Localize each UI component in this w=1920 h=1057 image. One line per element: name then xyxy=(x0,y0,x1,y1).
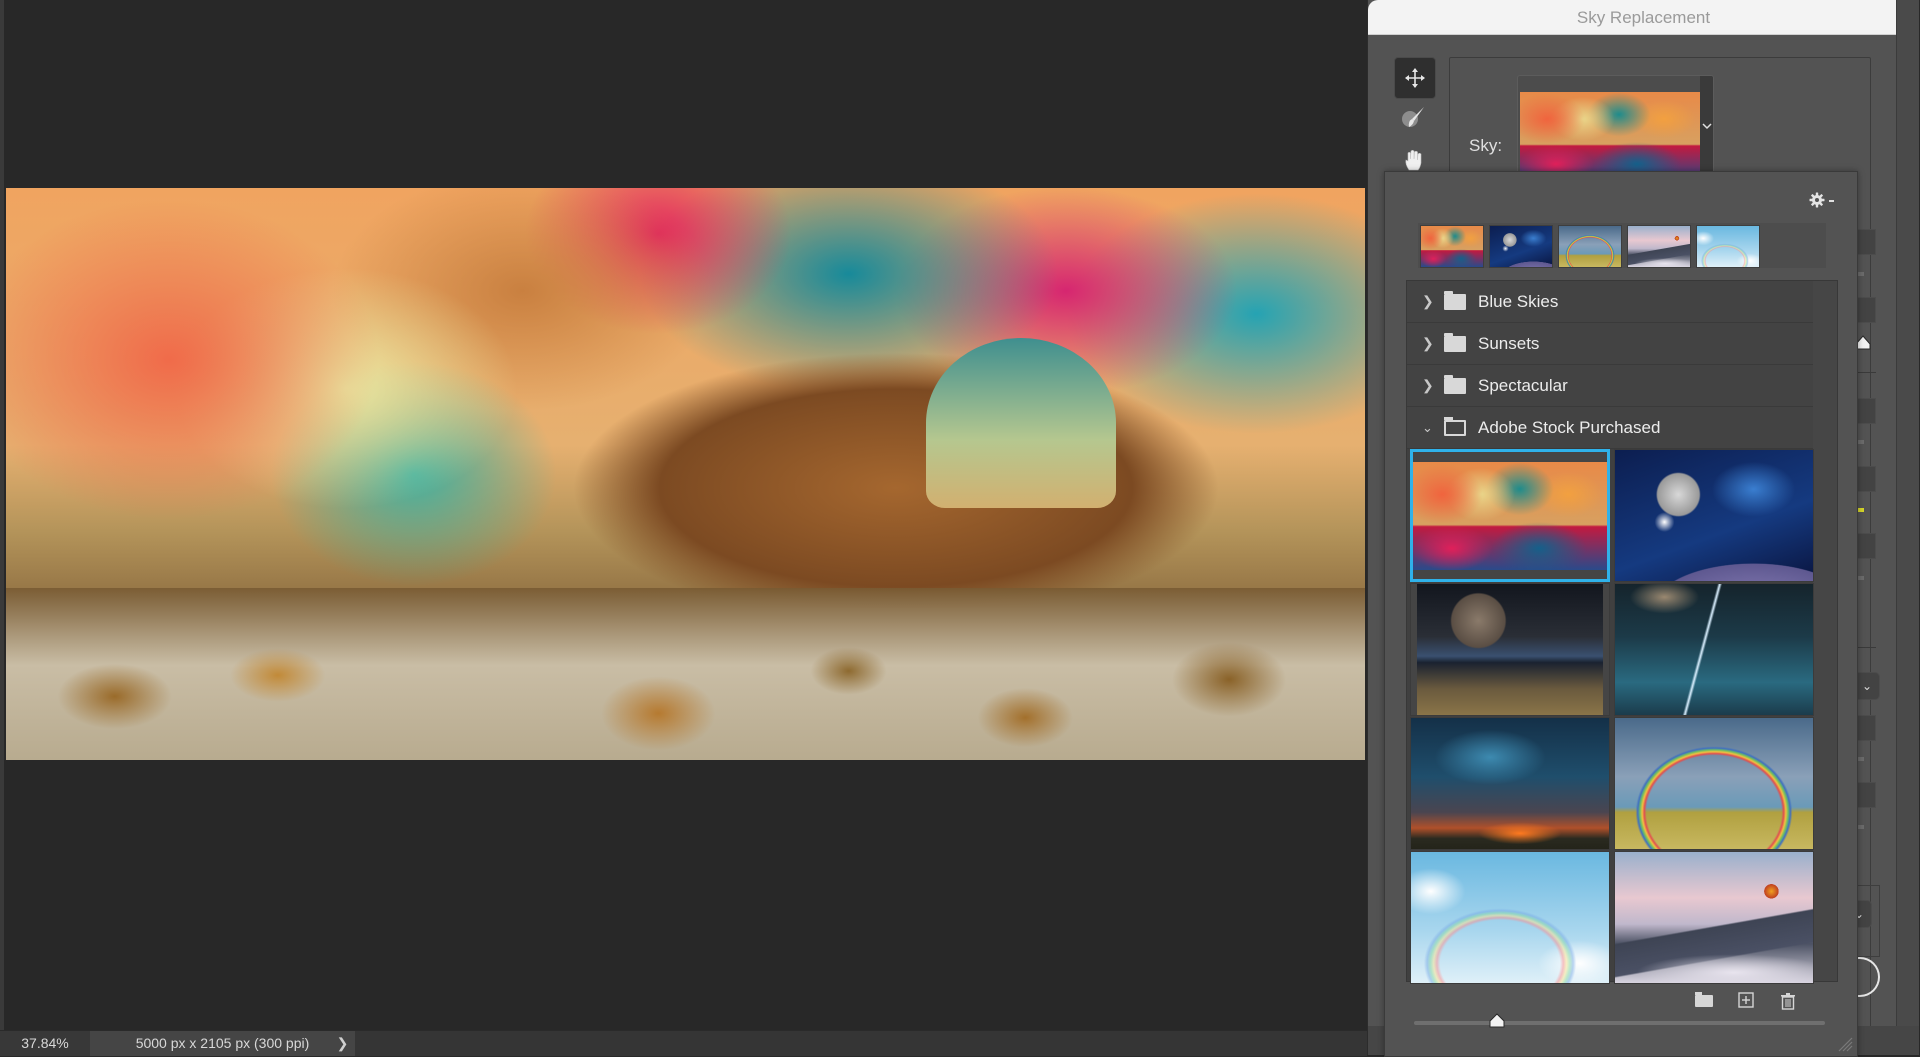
recent-sky-thumbnail[interactable] xyxy=(1627,225,1691,268)
sky-preset-tile[interactable] xyxy=(1614,583,1814,716)
preset-list-scrollbar[interactable] xyxy=(1813,281,1837,981)
sky-preset-list: ❯ Blue Skies ❯ Sunsets ❯ Spectacular ⌄ A… xyxy=(1406,280,1838,984)
folder-icon xyxy=(1444,374,1466,394)
sky-preset-image xyxy=(1615,450,1813,581)
sky-preset-tile[interactable] xyxy=(1614,449,1814,582)
recent-sky-thumbnail[interactable] xyxy=(1420,225,1484,268)
selected-sky-thumbnail[interactable] xyxy=(1520,92,1700,176)
sky-preset-image xyxy=(1615,718,1813,849)
resize-grip-icon xyxy=(1838,1037,1853,1052)
sky-presets-popover: ❯ Blue Skies ❯ Sunsets ❯ Spectacular ⌄ A… xyxy=(1384,171,1858,1057)
sky-dropdown-toggle[interactable] xyxy=(1700,76,1713,176)
chevron-right-icon[interactable]: ❯ xyxy=(1422,293,1440,310)
recent-sky-thumbnail[interactable] xyxy=(1558,225,1622,268)
document-info-menu-arrow[interactable]: ❯ xyxy=(330,1031,355,1056)
gear-icon xyxy=(1809,192,1825,208)
folder-label: Sunsets xyxy=(1478,333,1540,353)
document-canvas[interactable] xyxy=(6,188,1365,760)
status-bar: 37.84% 5000 px x 2105 px (300 ppi) ❯ xyxy=(0,1030,1367,1056)
add-icon xyxy=(1738,992,1754,1008)
hand-icon xyxy=(1405,149,1422,171)
folder-icon xyxy=(1444,332,1466,352)
zoom-level-field[interactable]: 37.84% xyxy=(0,1031,90,1056)
dialog-title: Sky Replacement xyxy=(1368,0,1919,35)
brush-icon xyxy=(1402,107,1424,127)
folder-row-adobe-stock-purchased[interactable]: ⌄ Adobe Stock Purchased xyxy=(1407,407,1813,449)
sky-brush-tool-button[interactable] xyxy=(1394,98,1434,138)
sky-preset-tile[interactable] xyxy=(1614,851,1814,984)
folder-icon xyxy=(1444,290,1466,310)
slider-handle-icon xyxy=(1489,1013,1505,1028)
sky-preset-image xyxy=(1417,584,1603,715)
sky-preset-image xyxy=(1615,584,1813,715)
sky-preset-tile[interactable] xyxy=(1410,851,1610,984)
sky-label: Sky: xyxy=(1469,136,1503,155)
delete-sky-button[interactable] xyxy=(1777,992,1799,1012)
recent-sky-thumbnail[interactable] xyxy=(1696,225,1760,268)
document-info: 5000 px x 2105 px (300 ppi) xyxy=(90,1031,355,1056)
folder-label: Blue Skies xyxy=(1478,291,1559,311)
folder-icon xyxy=(1695,992,1713,1007)
folder-row-spectacular[interactable]: ❯ Spectacular xyxy=(1407,365,1813,407)
thumbnail-size-slider[interactable] xyxy=(1414,1021,1825,1025)
new-sky-button[interactable] xyxy=(1735,992,1757,1012)
desert-shrubs xyxy=(6,548,1365,760)
document-workspace xyxy=(0,0,1367,1030)
recent-skies-strip xyxy=(1418,223,1826,268)
sky-preset-tile[interactable] xyxy=(1410,717,1610,850)
sky-preset-image xyxy=(1411,718,1609,849)
folder-label: Adobe Stock Purchased xyxy=(1478,417,1661,437)
move-icon xyxy=(1405,68,1425,88)
sky-preset-image xyxy=(1413,462,1607,570)
folder-open-icon xyxy=(1444,416,1466,436)
dialog-right-edge xyxy=(1896,0,1919,1055)
sky-preset-tile[interactable] xyxy=(1410,449,1610,582)
recent-sky-thumbnail[interactable] xyxy=(1489,225,1553,268)
new-group-button[interactable] xyxy=(1693,992,1715,1012)
chevron-down-icon[interactable]: ⌄ xyxy=(1422,420,1440,436)
chevron-right-icon[interactable]: ❯ xyxy=(1422,335,1440,352)
chevron-down-icon xyxy=(1702,122,1712,129)
thumbnail-size-slider-handle[interactable] xyxy=(1488,1013,1505,1028)
sky-preset-image xyxy=(1615,852,1813,983)
settings-menu-button[interactable] xyxy=(1809,192,1833,212)
sky-preset-tile[interactable] xyxy=(1614,717,1814,850)
folder-row-blue-skies[interactable]: ❯ Blue Skies xyxy=(1407,281,1813,323)
folder-label: Spectacular xyxy=(1478,375,1568,395)
sky-picker[interactable] xyxy=(1517,75,1714,177)
move-tool-button[interactable] xyxy=(1394,57,1436,99)
resize-grip[interactable] xyxy=(1837,1036,1853,1052)
chevron-right-icon[interactable]: ❯ xyxy=(1422,377,1440,394)
settings-caret-icon xyxy=(1829,200,1834,202)
sky-preset-tile[interactable] xyxy=(1410,583,1610,716)
folder-row-sunsets[interactable]: ❯ Sunsets xyxy=(1407,323,1813,365)
arch-opening xyxy=(926,338,1116,508)
workspace-left-edge xyxy=(0,0,4,1030)
sky-preset-image xyxy=(1411,852,1609,983)
trash-icon xyxy=(1781,993,1795,1010)
